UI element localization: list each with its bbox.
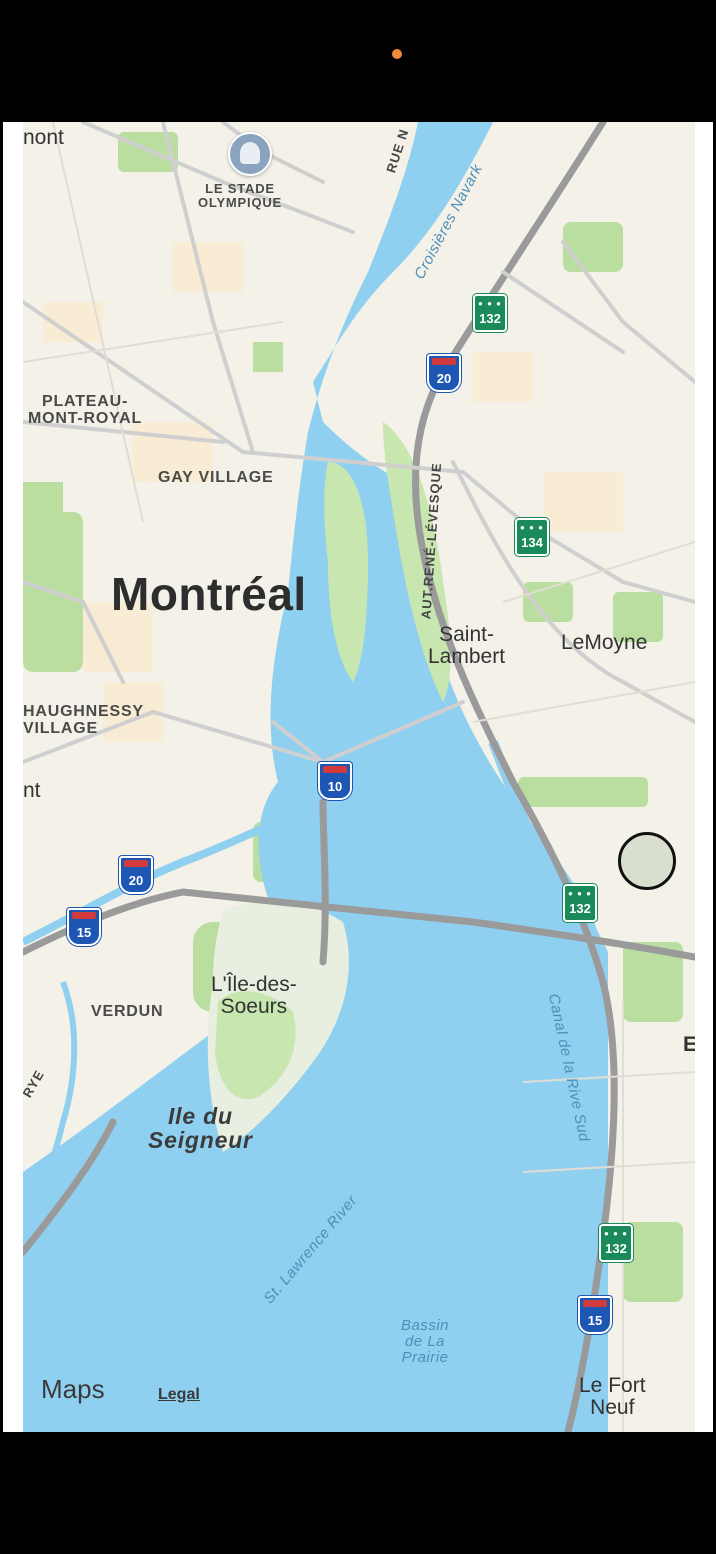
plateau-label: PLATEAU- MONT-ROYAL bbox=[28, 393, 143, 427]
map-view[interactable]: LE STADE OLYMPIQUE nont PLATEAU- MONT-RO… bbox=[23, 122, 695, 1432]
autoroute-15-shield-icon: 15 bbox=[67, 908, 101, 946]
stade-label: LE STADE OLYMPIQUE bbox=[198, 181, 283, 210]
location-circle-button[interactable] bbox=[618, 832, 676, 890]
le-fort-neuf-label: Le Fort Neuf bbox=[579, 1374, 646, 1420]
autoroute-20-shield-icon: 20 bbox=[427, 354, 461, 392]
status-indicator-dot bbox=[392, 49, 402, 59]
stadium-landmark-icon[interactable] bbox=[228, 132, 272, 176]
ile-du-seigneur-label: Ile du Seigneur bbox=[148, 1103, 253, 1154]
bassin-label: Bassin de La Prairie bbox=[401, 1317, 450, 1366]
maps-brand-text: Maps bbox=[41, 1374, 105, 1404]
apple-maps-logo: Maps bbox=[41, 1374, 105, 1405]
autoroute-10-shield-icon: 10 bbox=[318, 762, 352, 800]
lemoyne-label: LeMoyne bbox=[561, 631, 648, 654]
gay-village-label: GAY VILLAGE bbox=[158, 469, 274, 486]
shaughnessy-label: HAUGHNESSY VILLAGE bbox=[23, 703, 144, 737]
verdun-label: VERDUN bbox=[91, 1003, 164, 1020]
city-montreal-label: Montréal bbox=[111, 568, 307, 620]
mont-cut-label: nont bbox=[23, 126, 64, 149]
saint-lambert-label: Saint- Lambert bbox=[428, 623, 506, 669]
route-132-shield-icon: ● ● ● 132 bbox=[473, 294, 507, 332]
map-frame: LE STADE OLYMPIQUE nont PLATEAU- MONT-RO… bbox=[3, 122, 713, 1432]
nt-cut-label: nt bbox=[23, 779, 41, 802]
route-132-lower-shield-icon: ● ● ● 132 bbox=[599, 1224, 633, 1262]
autoroute-20-west-shield-icon: 20 bbox=[119, 856, 153, 894]
map-canvas bbox=[23, 122, 695, 1432]
route-132-south-shield-icon: ● ● ● 132 bbox=[563, 884, 597, 922]
autoroute-15-south-shield-icon: 15 bbox=[578, 1296, 612, 1334]
route-134-shield-icon: ● ● ● 134 bbox=[515, 518, 549, 556]
legal-link[interactable]: Legal bbox=[158, 1386, 200, 1404]
ile-des-soeurs-label: L'Île-des- Soeurs bbox=[211, 973, 297, 1019]
e-cut-label: E bbox=[683, 1033, 695, 1056]
